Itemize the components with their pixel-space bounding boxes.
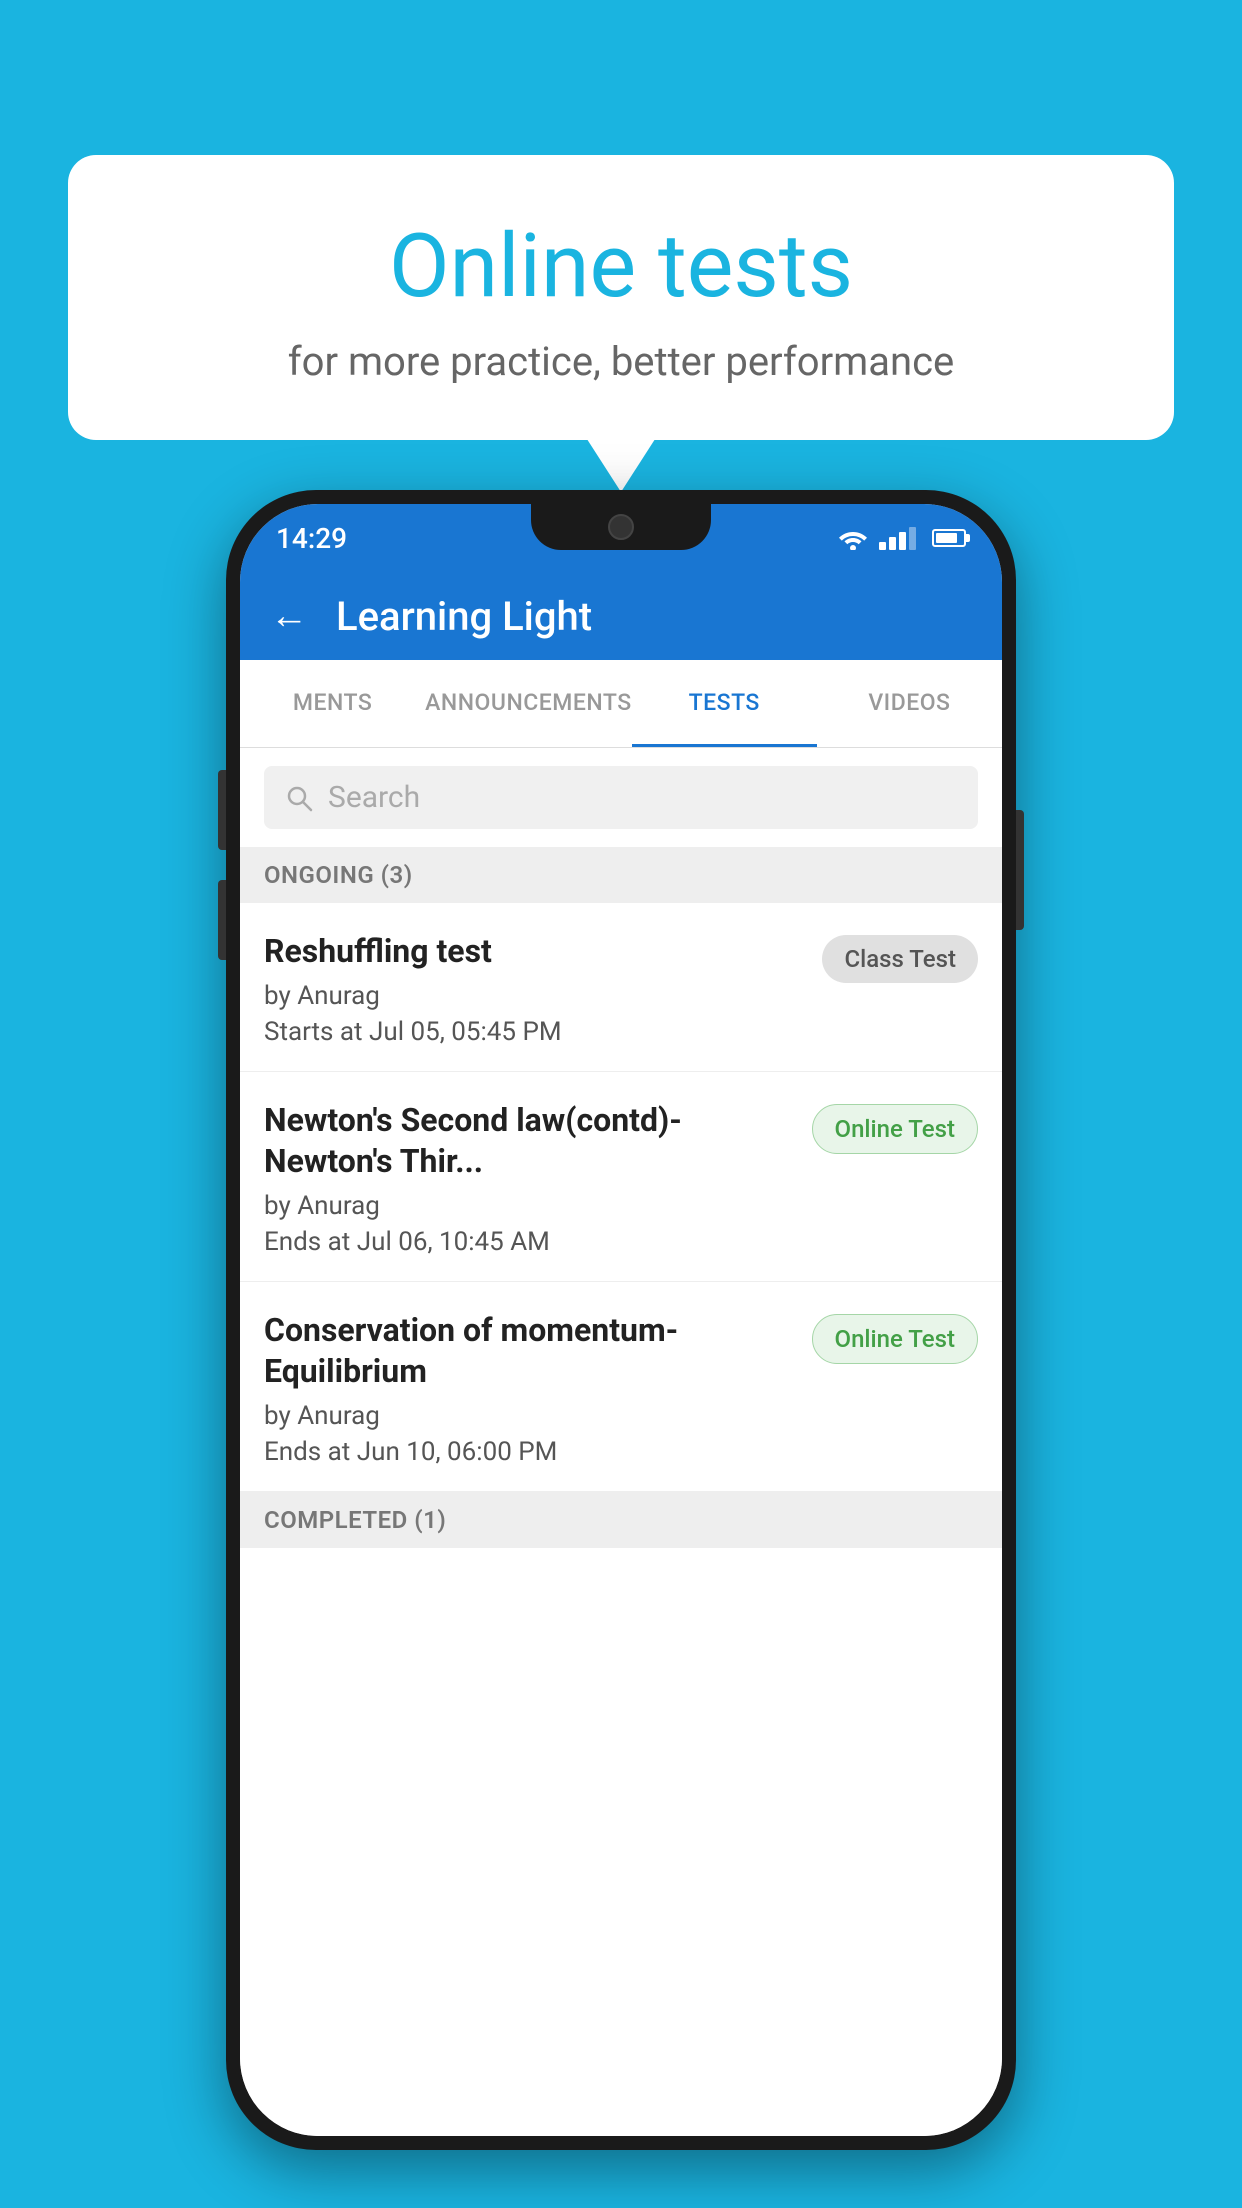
test-author: by Anurag (264, 1191, 796, 1221)
completed-section-header: COMPLETED (1) (240, 1492, 1002, 1548)
test-time: Ends at Jun 10, 06:00 PM (264, 1437, 796, 1467)
app-title: Learning Light (336, 593, 592, 640)
status-time: 14:29 (276, 522, 347, 555)
test-time-label: Ends at (264, 1227, 350, 1257)
signal-icon (879, 527, 916, 550)
phone-button-power (1016, 810, 1024, 930)
test-info: Reshuffling test by Anurag Starts at Jul… (264, 931, 806, 1047)
speech-bubble: Online tests for more practice, better p… (68, 155, 1174, 440)
test-badge: Class Test (822, 935, 978, 983)
test-time-label: Starts at (264, 1017, 363, 1047)
test-author: by Anurag (264, 1401, 796, 1431)
battery-icon (932, 529, 966, 547)
wifi-icon (837, 526, 869, 550)
test-info: Newton's Second law(contd)-Newton's Thir… (264, 1100, 796, 1257)
test-item[interactable]: Newton's Second law(contd)-Newton's Thir… (240, 1072, 1002, 1282)
phone-notch (531, 504, 711, 550)
phone-frame: 14:29 (226, 490, 1016, 2150)
test-list: Reshuffling test by Anurag Starts at Jul… (240, 903, 1002, 2136)
test-time-value: Jun 10, 06:00 PM (357, 1437, 558, 1467)
test-time-value: Jul 06, 10:45 AM (357, 1227, 550, 1257)
tab-bar: MENTS ANNOUNCEMENTS TESTS VIDEOS (240, 660, 1002, 748)
test-badge: Online Test (812, 1104, 978, 1154)
test-title: Conservation of momentum-Equilibrium (264, 1310, 796, 1393)
tab-ments[interactable]: MENTS (240, 660, 425, 747)
phone-camera (608, 514, 634, 540)
tab-announcements[interactable]: ANNOUNCEMENTS (425, 660, 631, 747)
test-item[interactable]: Conservation of momentum-Equilibrium by … (240, 1282, 1002, 1492)
ongoing-section-header: ONGOING (3) (240, 847, 1002, 903)
test-time-value: Jul 05, 05:45 PM (369, 1017, 562, 1047)
test-title: Newton's Second law(contd)-Newton's Thir… (264, 1100, 796, 1183)
phone-screen: 14:29 (240, 504, 1002, 2136)
search-input-wrapper[interactable]: Search (264, 766, 978, 829)
search-container: Search (240, 748, 1002, 847)
speech-bubble-subtitle: for more practice, better performance (118, 338, 1124, 385)
test-author: by Anurag (264, 981, 806, 1011)
speech-bubble-title: Online tests (118, 215, 1124, 318)
tab-tests[interactable]: TESTS (632, 660, 817, 747)
search-icon (284, 783, 314, 813)
test-time: Starts at Jul 05, 05:45 PM (264, 1017, 806, 1047)
test-info: Conservation of momentum-Equilibrium by … (264, 1310, 796, 1467)
test-badge: Online Test (812, 1314, 978, 1364)
phone-container: 14:29 (226, 490, 1016, 2150)
app-header: ← Learning Light (240, 572, 1002, 660)
tab-videos[interactable]: VIDEOS (817, 660, 1002, 747)
back-button[interactable]: ← (270, 594, 308, 638)
phone-button-volume-up (218, 770, 226, 850)
search-input[interactable]: Search (328, 780, 420, 815)
test-time: Ends at Jul 06, 10:45 AM (264, 1227, 796, 1257)
test-title: Reshuffling test (264, 931, 806, 973)
phone-button-volume-down (218, 880, 226, 960)
test-time-label: Ends at (264, 1437, 350, 1467)
test-item[interactable]: Reshuffling test by Anurag Starts at Jul… (240, 903, 1002, 1072)
status-icons (837, 526, 966, 550)
